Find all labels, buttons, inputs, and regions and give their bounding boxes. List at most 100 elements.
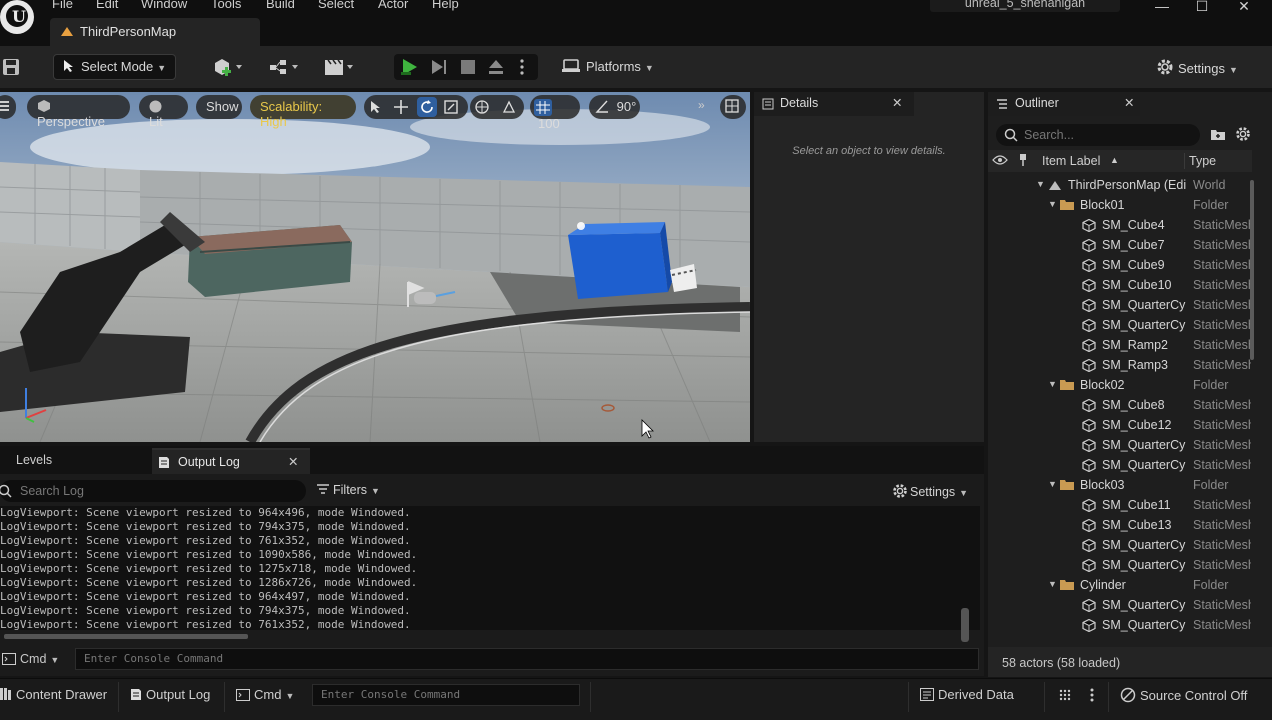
- layout-icon[interactable]: [720, 95, 746, 119]
- cmd-dropdown[interactable]: Cmd ▼: [236, 687, 294, 702]
- menu-help[interactable]: Help: [432, 0, 459, 11]
- outliner-actor-row[interactable]: SM_QuarterCylinder StaticMeshActor: [988, 595, 1252, 615]
- menu-file[interactable]: File: [52, 0, 73, 11]
- details-tab[interactable]: Details ✕: [754, 92, 914, 116]
- outliner-folder-row[interactable]: ▼ Block03 Folder: [988, 475, 1252, 495]
- output-log-button[interactable]: Output Log: [130, 687, 210, 702]
- outliner-actor-row[interactable]: SM_Cube8 StaticMeshActor: [988, 395, 1252, 415]
- outliner-actor-row[interactable]: SM_Cube13 StaticMeshActor: [988, 515, 1252, 535]
- select-tool-icon[interactable]: [370, 100, 382, 114]
- status-console-input[interactable]: Enter Console Command: [312, 684, 580, 706]
- outliner-tab[interactable]: Outliner ✕: [988, 92, 1140, 116]
- outliner-folder-row[interactable]: ▼ Block02 Folder: [988, 375, 1252, 395]
- maximize-icon[interactable]: ☐: [1180, 0, 1224, 16]
- step-icon[interactable]: [430, 58, 448, 76]
- cinematics-button[interactable]: [323, 54, 361, 80]
- cmd-dropdown[interactable]: Cmd ▼: [2, 652, 59, 666]
- menu-actor[interactable]: Actor: [378, 0, 408, 11]
- expand-arrow-icon[interactable]: ▼: [1036, 179, 1045, 189]
- pin-icon[interactable]: [1018, 153, 1028, 167]
- minimize-icon[interactable]: —: [1140, 0, 1184, 16]
- level-viewport[interactable]: Perspective Lit Show Scalability: High 1…: [0, 92, 750, 442]
- chevron-right-icon[interactable]: »: [698, 98, 714, 114]
- outliner-actor-row[interactable]: SM_Cube7 StaticMeshActor: [988, 235, 1252, 255]
- scalability-dropdown[interactable]: Scalability: High: [250, 95, 356, 129]
- surface-snap-icon[interactable]: [502, 100, 516, 114]
- expand-arrow-icon[interactable]: ▼: [1048, 479, 1057, 489]
- trace-icon[interactable]: [1058, 688, 1072, 702]
- close-icon[interactable]: ✕: [288, 454, 298, 469]
- outliner-actor-row[interactable]: SM_Cube11 StaticMeshActor: [988, 495, 1252, 515]
- select-mode-dropdown[interactable]: Select Mode ▼: [53, 54, 176, 80]
- translate-tool-icon[interactable]: [394, 100, 408, 114]
- scale-tool-icon[interactable]: [444, 100, 458, 114]
- outliner-world-row[interactable]: ▼ ThirdPersonMap (Editor) World: [988, 175, 1252, 195]
- settings-dropdown[interactable]: Settings ▼: [1156, 54, 1252, 80]
- close-window-icon[interactable]: ✕: [1222, 0, 1266, 16]
- rotate-tool-icon[interactable]: [417, 97, 437, 117]
- stop-icon[interactable]: [460, 59, 476, 75]
- eject-icon[interactable]: [487, 59, 505, 75]
- log-vertical-scrollbar[interactable]: [961, 608, 969, 642]
- outliner-actor-row[interactable]: SM_Cube10 StaticMeshActor: [988, 275, 1252, 295]
- world-space-icon[interactable]: [475, 100, 489, 114]
- source-control-button[interactable]: Source Control Off: [1120, 687, 1247, 703]
- column-item-label[interactable]: Item Label: [1042, 154, 1100, 168]
- console-command-input[interactable]: Enter Console Command: [75, 648, 979, 670]
- expand-arrow-icon[interactable]: ▼: [1048, 379, 1057, 389]
- gear-icon[interactable]: [1235, 126, 1251, 142]
- outliner-actor-row[interactable]: SM_QuarterCylinder StaticMeshActor: [988, 615, 1252, 635]
- outliner-actor-row[interactable]: SM_QuarterCylinder StaticMeshActor: [988, 455, 1252, 475]
- menu-select[interactable]: Select: [318, 0, 354, 11]
- add-actor-button[interactable]: [212, 54, 250, 80]
- outliner-actor-row[interactable]: SM_Ramp3 StaticMeshActor: [988, 355, 1252, 375]
- outliner-folder-row[interactable]: ▼ Block01 Folder: [988, 195, 1252, 215]
- tab-levels[interactable]: Levels: [0, 448, 150, 474]
- outliner-actor-row[interactable]: SM_QuarterCylinder StaticMeshActor: [988, 555, 1252, 575]
- visibility-icon[interactable]: [992, 154, 1008, 166]
- expand-arrow-icon[interactable]: ▼: [1048, 199, 1057, 209]
- close-icon[interactable]: ✕: [1124, 95, 1134, 110]
- close-icon[interactable]: ✕: [892, 95, 902, 110]
- outliner-actor-row[interactable]: SM_QuarterCylinder StaticMeshActor: [988, 535, 1252, 555]
- column-type[interactable]: Type: [1189, 154, 1216, 168]
- tab-output-log[interactable]: Output Log ✕: [152, 448, 310, 474]
- grid-snap-toggle[interactable]: 100: [530, 95, 580, 131]
- play-icon[interactable]: [400, 58, 420, 76]
- outliner-search-input[interactable]: Search...: [996, 124, 1200, 146]
- filters-dropdown[interactable]: Filters ▼: [316, 483, 380, 497]
- outliner-actor-row[interactable]: SM_Cube4 StaticMeshActor: [988, 215, 1252, 235]
- map-tab[interactable]: ThirdPersonMap: [50, 18, 260, 46]
- search-icon: [1004, 128, 1018, 142]
- viewport-menu-icon[interactable]: [0, 95, 16, 119]
- more-options-icon[interactable]: [1090, 687, 1094, 703]
- unreal-logo[interactable]: U: [0, 0, 34, 34]
- lit-dropdown[interactable]: Lit: [139, 95, 188, 129]
- log-search-input[interactable]: Search Log: [0, 480, 306, 502]
- expand-arrow-icon[interactable]: ▼: [1048, 579, 1057, 589]
- log-horizontal-scrollbar[interactable]: [4, 634, 248, 639]
- menu-window[interactable]: Window: [141, 0, 187, 11]
- derived-data-button[interactable]: Derived Data: [920, 687, 1014, 702]
- rotation-snap-toggle[interactable]: 90°: [589, 95, 640, 119]
- log-settings-dropdown[interactable]: Settings ▼: [892, 483, 968, 499]
- more-options-icon[interactable]: [520, 58, 526, 76]
- outliner-actor-row[interactable]: SM_Cube12 StaticMeshActor: [988, 415, 1252, 435]
- platforms-dropdown[interactable]: Platforms ▼: [562, 54, 666, 80]
- content-drawer-button[interactable]: Content Drawer: [0, 687, 107, 702]
- outliner-actor-row[interactable]: SM_Ramp2 StaticMeshActor: [988, 335, 1252, 355]
- outliner-actor-row[interactable]: SM_QuarterCylinder StaticMeshActor: [988, 435, 1252, 455]
- menu-build[interactable]: Build: [266, 0, 295, 11]
- save-icon[interactable]: [2, 58, 20, 76]
- outliner-folder-row[interactable]: ▼ Cylinder Folder: [988, 575, 1252, 595]
- menu-tools[interactable]: Tools: [211, 0, 241, 11]
- blueprint-button[interactable]: [268, 54, 306, 80]
- outliner-actor-row[interactable]: SM_QuarterCylinder StaticMeshActor: [988, 295, 1252, 315]
- menu-edit[interactable]: Edit: [96, 0, 118, 11]
- perspective-dropdown[interactable]: Perspective: [27, 95, 130, 129]
- outliner-actor-row[interactable]: SM_QuarterCylinder StaticMeshActor: [988, 315, 1252, 335]
- outliner-actor-row[interactable]: SM_Cube9 StaticMeshActor: [988, 255, 1252, 275]
- show-dropdown[interactable]: Show: [196, 95, 242, 119]
- outliner-scrollbar[interactable]: [1250, 180, 1254, 360]
- add-folder-icon[interactable]: [1210, 127, 1226, 141]
